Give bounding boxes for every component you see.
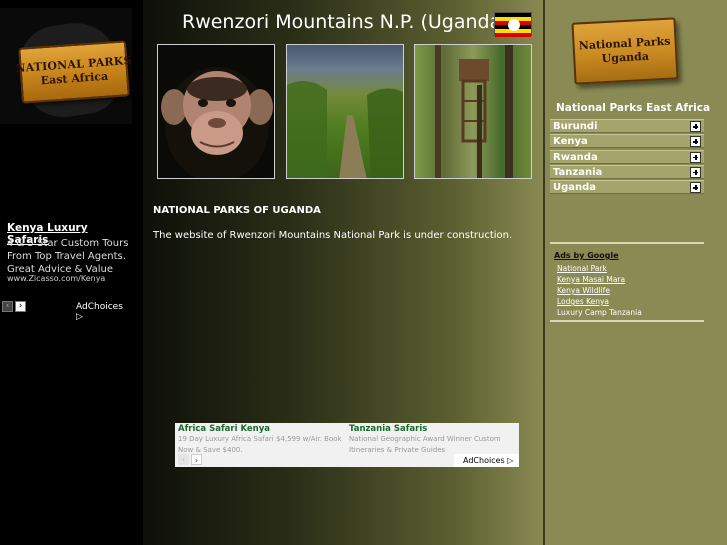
divider [550,242,704,244]
flag-stripe [495,33,531,37]
ad-prev-icon[interactable]: ‹ [2,301,13,312]
sidebar-title: National Parks East Africa [556,102,711,114]
country-item-uganda[interactable]: Uganda [550,180,704,195]
google-ad-link[interactable]: National Park [557,264,607,273]
left-ad-line: From Top Travel Agents. [7,251,126,262]
google-ad-link[interactable]: Kenya Masai Mara [557,275,625,284]
logo-line-2: Uganda [601,49,650,66]
left-ad-url[interactable]: www.Zicasso.com/Kenya [7,274,105,283]
content-heading: NATIONAL PARKS OF UGANDA [153,205,321,216]
country-item-burundi[interactable]: Burundi [550,119,704,133]
expand-plus-icon[interactable] [690,151,701,163]
ad-title[interactable]: Tanzania Safaris [349,424,427,434]
right-sidebar: National Parks Uganda National Parks Eas… [543,0,727,545]
left-ad-line: 4 & 5 Star Custom Tours [7,238,129,249]
adchoices-link[interactable]: AdChoices ▷ [454,454,519,467]
ads-by-google-link[interactable]: Ads by Google [554,251,619,260]
country-label: Burundi [553,121,598,132]
chimpanzee-photo [157,44,275,179]
divider [550,320,704,322]
expand-plus-icon[interactable] [690,166,701,178]
forest-trail-photo [286,44,404,179]
logo-sign: National Parks Uganda [571,17,679,85]
country-label: Rwanda [553,151,598,163]
east-africa-logo[interactable]: NATIONAL PARKS East Africa [0,8,132,124]
crane-emblem-icon [508,19,520,31]
google-ad-link[interactable]: Lodges Kenya [557,297,609,306]
content-text: The website of Rwenzori Mountains Nation… [153,230,513,241]
adchoices-link[interactable]: AdChoices ▷ [76,302,132,322]
country-menu: Burundi Kenya Rwanda Tanzania Uganda [550,119,704,195]
google-ad-link[interactable]: Kenya Wildlife [557,286,610,295]
treehouse-photo [414,44,532,179]
expand-plus-icon[interactable] [690,182,701,194]
page-title: Rwenzori Mountains N.P. (Uganda) [182,11,509,33]
uganda-flag-icon [494,12,532,37]
country-item-rwanda[interactable]: Rwanda [550,149,704,164]
ad-title[interactable]: Africa Safari Kenya [178,424,270,434]
logo-sign: NATIONAL PARKS East Africa [15,40,132,104]
expand-plus-icon[interactable] [690,121,701,132]
ad-next-icon[interactable]: › [15,301,26,312]
ad-description: 19 Day Luxury Africa Safari $4,599 w/Air… [178,435,342,454]
ad-description: National Geographic Award Winner Custom … [349,435,501,454]
country-label: Kenya [553,136,588,148]
ad-next-icon[interactable]: › [191,454,202,465]
country-item-kenya[interactable]: Kenya [550,134,704,149]
country-label: Tanzania [553,166,603,178]
google-ad-link[interactable]: Luxury Camp Tanzania [557,308,642,317]
left-column: NATIONAL PARKS East Africa Kenya Luxury … [0,0,143,545]
ad-prev-icon[interactable]: ‹ [178,454,189,465]
left-ad-unit[interactable]: Kenya Luxury Safaris 4 & 5 Star Custom T… [0,203,132,322]
expand-plus-icon[interactable] [690,136,701,148]
bottom-ad-unit[interactable]: Africa Safari Kenya 19 Day Luxury Africa… [175,423,519,467]
uganda-parks-logo[interactable]: National Parks Uganda [567,4,685,92]
country-label: Uganda [553,182,597,194]
country-item-tanzania[interactable]: Tanzania [550,164,704,179]
